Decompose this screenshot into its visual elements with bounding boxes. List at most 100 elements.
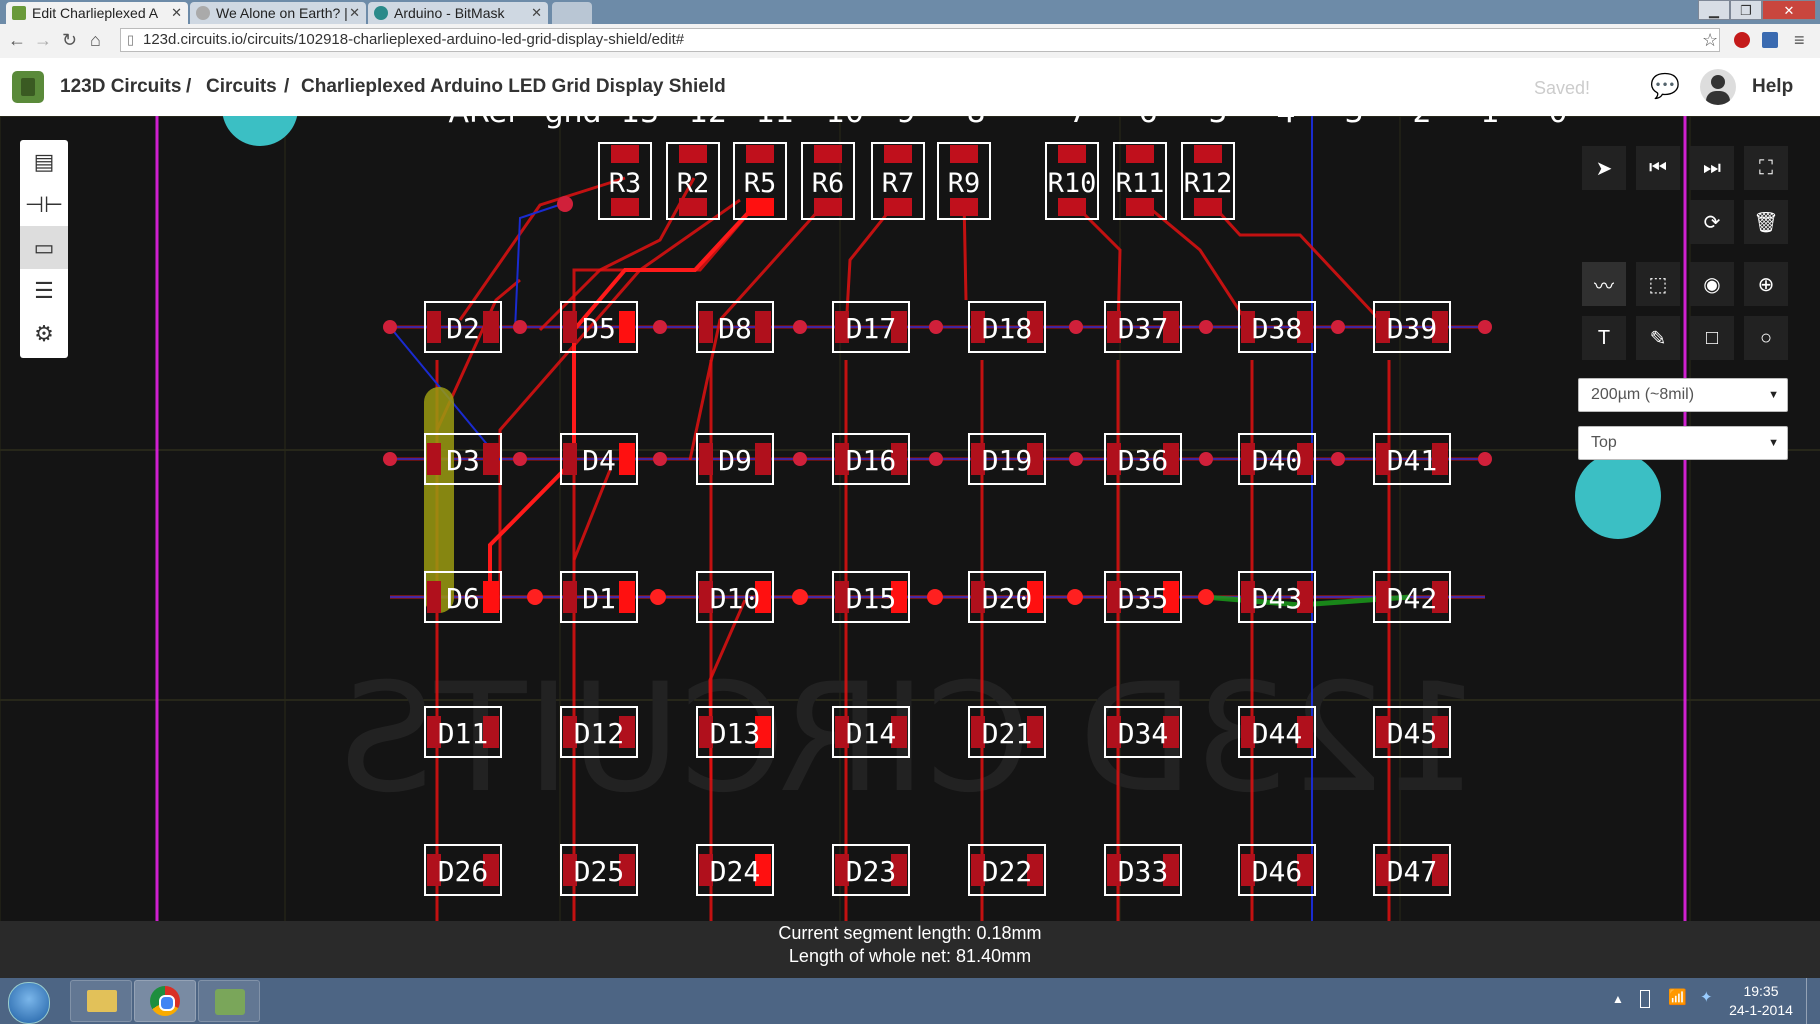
resistor-pad	[679, 198, 707, 216]
breadcrumb-brand[interactable]: 123D Circuits	[60, 76, 181, 98]
skip-back-icon[interactable]: ⏮	[1636, 146, 1680, 190]
led-label: D34	[1118, 717, 1169, 750]
led-label: D26	[438, 855, 489, 888]
start-button-icon[interactable]	[8, 982, 50, 1024]
extension-stop-icon[interactable]	[1734, 32, 1750, 48]
led-label: D24	[710, 855, 761, 888]
layer-select[interactable]: Top ▼	[1578, 426, 1788, 460]
via-pad	[383, 320, 397, 334]
new-tab-button[interactable]	[552, 2, 592, 24]
led-label: D38	[1252, 312, 1303, 345]
tab-arduino-bitmask[interactable]: Arduino - BitMask ✕	[368, 2, 548, 24]
close-window-button[interactable]: ✕	[1762, 0, 1816, 20]
led-label: D36	[1118, 444, 1169, 477]
show-hidden-icons-icon[interactable]: ▲	[1612, 992, 1624, 1006]
taskbar-chrome[interactable]	[134, 980, 196, 1022]
led-pad	[563, 581, 577, 613]
home-icon[interactable]: ⌂	[90, 30, 101, 51]
led-label: D25	[574, 855, 625, 888]
user-avatar-icon[interactable]	[1700, 69, 1736, 105]
dropbox-icon[interactable]: ✦	[1700, 988, 1713, 1006]
breadcrumb-circuits[interactable]: Circuits	[206, 76, 277, 98]
extension-icon[interactable]	[1762, 32, 1778, 48]
via-pad	[653, 320, 667, 334]
pencil-icon[interactable]: ✎	[1636, 316, 1680, 360]
close-tab-icon[interactable]: ✕	[349, 2, 360, 24]
status-bar: Current segment length: 0.18mm Length of…	[0, 921, 1820, 978]
help-link[interactable]: Help	[1752, 76, 1793, 98]
rectangle-tool-icon[interactable]: □	[1690, 316, 1734, 360]
led-pad	[755, 311, 771, 343]
led-pad	[427, 581, 441, 613]
pcb-canvas[interactable]: 123D CIRCUITS ARefgnd131211109876543210R…	[0, 116, 1820, 921]
pcb-view-icon[interactable]: ▭	[20, 226, 68, 269]
rotate-icon[interactable]: ⟳	[1690, 200, 1734, 244]
led-label: D46	[1252, 855, 1303, 888]
led-pad	[619, 581, 635, 613]
123d-logo-icon[interactable]	[12, 71, 44, 103]
chat-bubble-icon[interactable]: 💬	[1650, 72, 1680, 101]
network-signal-icon[interactable]: 📶	[1668, 988, 1687, 1006]
trace-width-select[interactable]: 200µm (~8mil) ▼	[1578, 378, 1788, 412]
resistor-label: R6	[812, 168, 845, 199]
back-arrow-icon[interactable]: ←	[8, 30, 26, 51]
led-pad	[699, 443, 713, 475]
resistor-pad	[611, 145, 639, 163]
led-label: D15	[846, 582, 897, 615]
via-pad	[383, 452, 397, 466]
reload-icon[interactable]: ↻	[62, 30, 77, 51]
resistor-pad	[1194, 145, 1222, 163]
led-label: D20	[982, 582, 1033, 615]
bookmark-star-icon[interactable]: ☆	[1702, 30, 1718, 51]
select-pointer-icon[interactable]: ➤	[1582, 146, 1626, 190]
via-pad	[929, 320, 943, 334]
circle-tool-icon[interactable]: ○	[1744, 316, 1788, 360]
segment-length-text: Current segment length: 0.18mm	[778, 923, 1042, 943]
resistor-label: R2	[677, 168, 710, 199]
red-trace	[1206, 198, 1391, 332]
via-icon[interactable]: ◉	[1690, 262, 1734, 306]
text-tool-icon[interactable]: T	[1582, 316, 1626, 360]
selection-highlight	[424, 387, 454, 613]
windows-taskbar: ▲ 📶 ✦ 19:35 24-1-2014	[0, 978, 1820, 1024]
left-tool-panel: ▤ ⊣⊢ ▭ ☰ ⚙	[20, 140, 68, 358]
resistor-pad	[611, 198, 639, 216]
minimize-button[interactable]: ▁	[1698, 0, 1730, 20]
close-tab-icon[interactable]: ✕	[171, 2, 182, 24]
hole-crosshair-icon[interactable]: ⊕	[1744, 262, 1788, 306]
tab-we-alone[interactable]: We Alone on Earth? | ✕	[190, 2, 366, 24]
tab-label: Edit Charlieplexed A	[32, 5, 159, 21]
skip-forward-icon[interactable]: ⏭	[1690, 146, 1734, 190]
led-pad	[483, 311, 499, 343]
fit-screen-icon[interactable]: ⛶	[1744, 146, 1788, 190]
pin-label: 12	[689, 116, 727, 130]
led-label: D9	[718, 444, 752, 477]
taskbar-explorer[interactable]	[70, 980, 132, 1022]
close-tab-icon[interactable]: ✕	[531, 2, 542, 24]
settings-gear-icon[interactable]: ⚙	[20, 312, 68, 355]
menu-icon[interactable]: ≡	[1794, 30, 1805, 51]
maximize-button[interactable]: ❐	[1730, 0, 1762, 20]
polygon-fill-icon[interactable]: ⬚	[1636, 262, 1680, 306]
via-pad	[1478, 452, 1492, 466]
route-trace-icon[interactable]: 〰	[1582, 262, 1626, 306]
trash-icon[interactable]: 🗑	[1744, 200, 1788, 244]
tab-edit-charlieplexed[interactable]: Edit Charlieplexed A ✕	[6, 2, 188, 24]
address-bar[interactable]: ▯ 123d.circuits.io/circuits/102918-charl…	[120, 28, 1720, 52]
breadboard-view-icon[interactable]: ▤	[20, 140, 68, 183]
led-label: D42	[1387, 582, 1438, 615]
pcb-board-svg[interactable]: 123D CIRCUITS ARefgnd131211109876543210R…	[0, 116, 1820, 921]
schematic-view-icon[interactable]: ⊣⊢	[20, 183, 68, 226]
component-list-icon[interactable]: ☰	[20, 269, 68, 312]
show-desktop-button[interactable]	[1806, 978, 1820, 1024]
led-label: D16	[846, 444, 897, 477]
led-label: D44	[1252, 717, 1303, 750]
via-pad	[793, 452, 807, 466]
clock[interactable]: 19:35 24-1-2014	[1722, 982, 1800, 1020]
battery-icon[interactable]	[1640, 990, 1650, 1008]
forward-arrow-icon[interactable]: →	[34, 30, 52, 51]
via-pad	[1067, 589, 1083, 605]
taskbar-app[interactable]	[198, 980, 260, 1022]
led-label: D45	[1387, 717, 1438, 750]
led-label: D13	[710, 717, 761, 750]
